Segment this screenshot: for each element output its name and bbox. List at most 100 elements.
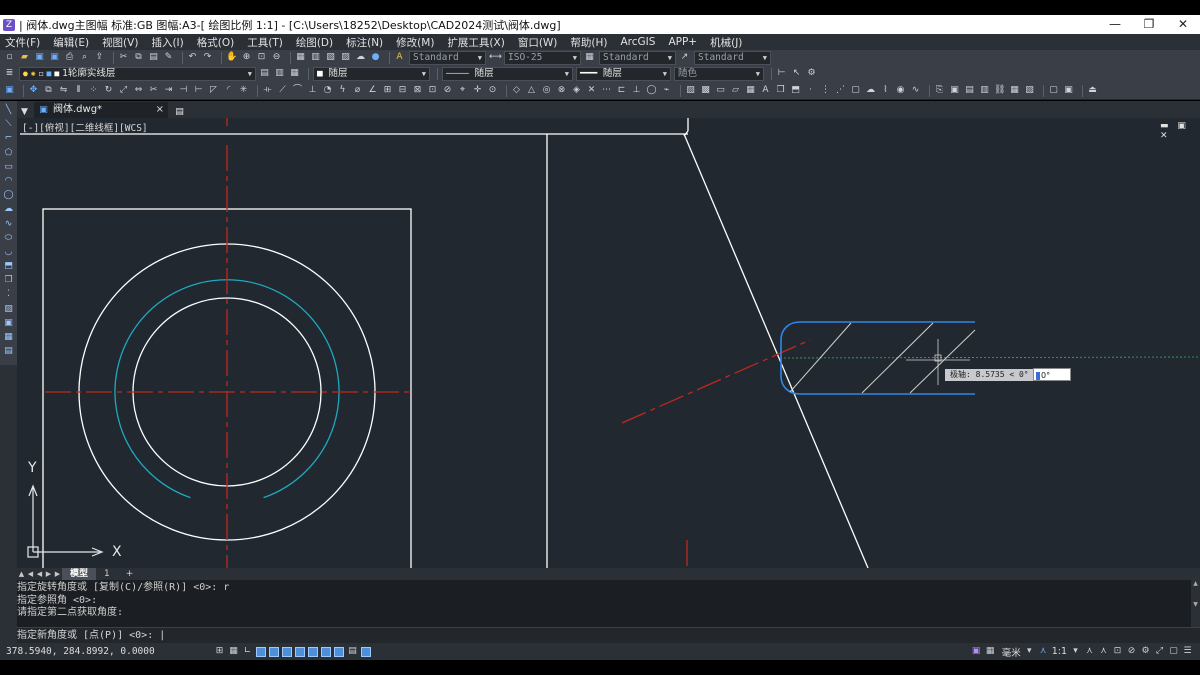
- lineweight-select[interactable]: ━━━ 随层 ▼: [576, 66, 671, 81]
- tolerance-icon[interactable]: ⌖: [457, 85, 468, 96]
- snap-center-icon[interactable]: ◎: [541, 85, 552, 96]
- menu-dimension[interactable]: 标注(N): [346, 35, 383, 50]
- print-icon[interactable]: ⎙: [64, 52, 75, 63]
- annotation-scale-icon[interactable]: ⋏: [1038, 646, 1049, 657]
- menu-draw[interactable]: 绘图(D): [296, 35, 333, 50]
- settings-icon[interactable]: ⚙: [1140, 646, 1151, 657]
- make-block-icon[interactable]: ❒: [3, 275, 14, 286]
- lineweight-toggle[interactable]: [321, 646, 331, 657]
- angular-dim-icon[interactable]: ∠: [367, 85, 378, 96]
- redo-icon[interactable]: ↷: [202, 52, 213, 63]
- ortho-mode-icon[interactable]: ∟: [242, 646, 253, 657]
- offset-icon[interactable]: ⫴: [73, 85, 84, 96]
- mirror-icon[interactable]: ⇋: [58, 85, 69, 96]
- mtext-icon[interactable]: A: [760, 85, 771, 96]
- extend-icon[interactable]: ⇥: [163, 85, 174, 96]
- construction-line-icon[interactable]: ⟍: [3, 119, 14, 130]
- command-scrollbar[interactable]: ▲ ▼: [1191, 580, 1200, 627]
- tab-model[interactable]: 模型: [62, 568, 97, 580]
- tab-menu-icon[interactable]: ▼: [19, 107, 30, 118]
- revcloud-icon[interactable]: ☁: [865, 85, 876, 96]
- match-properties-icon[interactable]: ✎: [163, 52, 174, 63]
- snap-endpoint-icon[interactable]: ◇: [511, 85, 522, 96]
- menu-modify[interactable]: 修改(M): [396, 35, 434, 50]
- layer-states-icon[interactable]: ▦: [289, 68, 300, 79]
- spline-draw-icon[interactable]: ∿: [3, 219, 14, 230]
- snap-node-icon[interactable]: ⊗: [556, 85, 567, 96]
- menu-arcgis[interactable]: ArcGIS: [621, 36, 656, 48]
- radius-dim-icon[interactable]: ◔: [322, 85, 333, 96]
- fillet-icon[interactable]: ◜: [223, 85, 234, 96]
- measure-distance-icon[interactable]: ⊢: [776, 68, 787, 79]
- gradient-draw-icon[interactable]: ▣: [3, 318, 14, 329]
- tab-layout-1[interactable]: 1: [96, 568, 118, 580]
- snap-mode-icon[interactable]: ⊞: [214, 646, 225, 657]
- auto-scale-icon[interactable]: ⋏: [1098, 646, 1109, 657]
- save-as-icon[interactable]: ▣: [49, 52, 60, 63]
- point-draw-icon[interactable]: ⁚: [3, 289, 14, 300]
- last-layout-icon[interactable]: ▶: [53, 570, 62, 578]
- join-icon[interactable]: ⊢: [193, 85, 204, 96]
- annotation-scale[interactable]: 1:1: [1052, 646, 1067, 657]
- menu-extend-tools[interactable]: 扩展工具(X): [447, 35, 504, 50]
- revision-cloud-icon[interactable]: ☁: [3, 204, 14, 215]
- object-snap-tracking-toggle[interactable]: [282, 646, 292, 657]
- circle-icon[interactable]: ◯: [3, 190, 14, 201]
- dynamic-input-toggle[interactable]: [308, 646, 318, 657]
- annotation-monitor-toggle[interactable]: [361, 646, 371, 657]
- next-layout-icon[interactable]: ▶: [44, 570, 53, 578]
- boundary-icon[interactable]: ▭: [715, 85, 726, 96]
- baseline-dim-icon[interactable]: ⊟: [397, 85, 408, 96]
- dynamic-ucs-toggle[interactable]: [295, 646, 305, 657]
- menu-format[interactable]: 格式(O): [197, 35, 234, 50]
- polar-tracking-toggle[interactable]: [256, 646, 266, 657]
- snap-nearest-icon[interactable]: ⌁: [661, 85, 672, 96]
- properties-icon[interactable]: ▦: [295, 52, 306, 63]
- move-icon[interactable]: ✥: [28, 85, 39, 96]
- insert-block-draw-icon[interactable]: ⬒: [3, 261, 14, 272]
- close-icon[interactable]: ✕: [1166, 15, 1200, 34]
- undo-icon[interactable]: ↶: [187, 52, 198, 63]
- hatch-draw-icon[interactable]: ▨: [3, 304, 14, 315]
- plotstyle-select[interactable]: 随色 ▼: [674, 66, 764, 81]
- table-icon[interactable]: ▦: [745, 85, 756, 96]
- rectangle-icon[interactable]: ▭: [3, 162, 14, 173]
- snap-tangent-icon[interactable]: ◯: [646, 85, 657, 96]
- settings-gear-icon[interactable]: ⚙: [806, 68, 817, 79]
- jogged-dim-icon[interactable]: ϟ: [337, 85, 348, 96]
- continue-dim-icon[interactable]: ⊠: [412, 85, 423, 96]
- upload-icon[interactable]: ⏏: [1087, 85, 1098, 96]
- spline-icon[interactable]: ∿: [910, 85, 921, 96]
- fullscreen-icon[interactable]: ⤢: [1154, 646, 1165, 657]
- field-icon[interactable]: ▥: [979, 85, 990, 96]
- zoom-realtime-icon[interactable]: ⊕: [241, 52, 252, 63]
- new-file-icon[interactable]: ▫: [4, 52, 15, 63]
- gradient-icon[interactable]: ▩: [700, 85, 711, 96]
- workspace-icon[interactable]: ▣: [971, 646, 982, 657]
- aligned-dim-icon[interactable]: ⟋: [277, 85, 288, 96]
- calculator-icon[interactable]: ●: [370, 52, 381, 63]
- layer-select[interactable]: ● ✺ ◻ ■ ■ 1轮廓实线层 ▼: [19, 66, 256, 81]
- line-icon[interactable]: ╲: [3, 105, 14, 116]
- helix-icon[interactable]: ⌇: [880, 85, 891, 96]
- dim-space-icon[interactable]: ⊡: [427, 85, 438, 96]
- dim-break-icon[interactable]: ⊘: [442, 85, 453, 96]
- polygon-icon[interactable]: ⬠: [3, 148, 14, 159]
- layout-viewport-icon[interactable]: ▢: [1048, 85, 1059, 96]
- grid-display-icon[interactable]: ▦: [228, 646, 239, 657]
- viewport-label[interactable]: [-][俯视][二维线框][WCS]: [22, 120, 148, 134]
- quick-select-icon[interactable]: ↖: [791, 68, 802, 79]
- menu-insert[interactable]: 插入(I): [151, 35, 183, 50]
- menu-help[interactable]: 帮助(H): [570, 35, 607, 50]
- arc-length-icon[interactable]: ⌒: [292, 85, 303, 96]
- quick-dim-icon[interactable]: ⊞: [382, 85, 393, 96]
- prev-prev-layout-icon[interactable]: ◀: [26, 570, 35, 578]
- named-views-icon[interactable]: ▣: [1063, 85, 1074, 96]
- cut-icon[interactable]: ✂: [118, 52, 129, 63]
- insert-block-icon[interactable]: ⬒: [790, 85, 801, 96]
- mtext-draw-icon[interactable]: ▤: [3, 346, 14, 357]
- linear-dim-icon[interactable]: ⟛: [262, 85, 273, 96]
- first-layout-icon[interactable]: ▲: [17, 570, 26, 578]
- color-select[interactable]: ■ 随层 ▼: [313, 66, 430, 81]
- scale-dropdown-icon[interactable]: ▾: [1070, 646, 1081, 657]
